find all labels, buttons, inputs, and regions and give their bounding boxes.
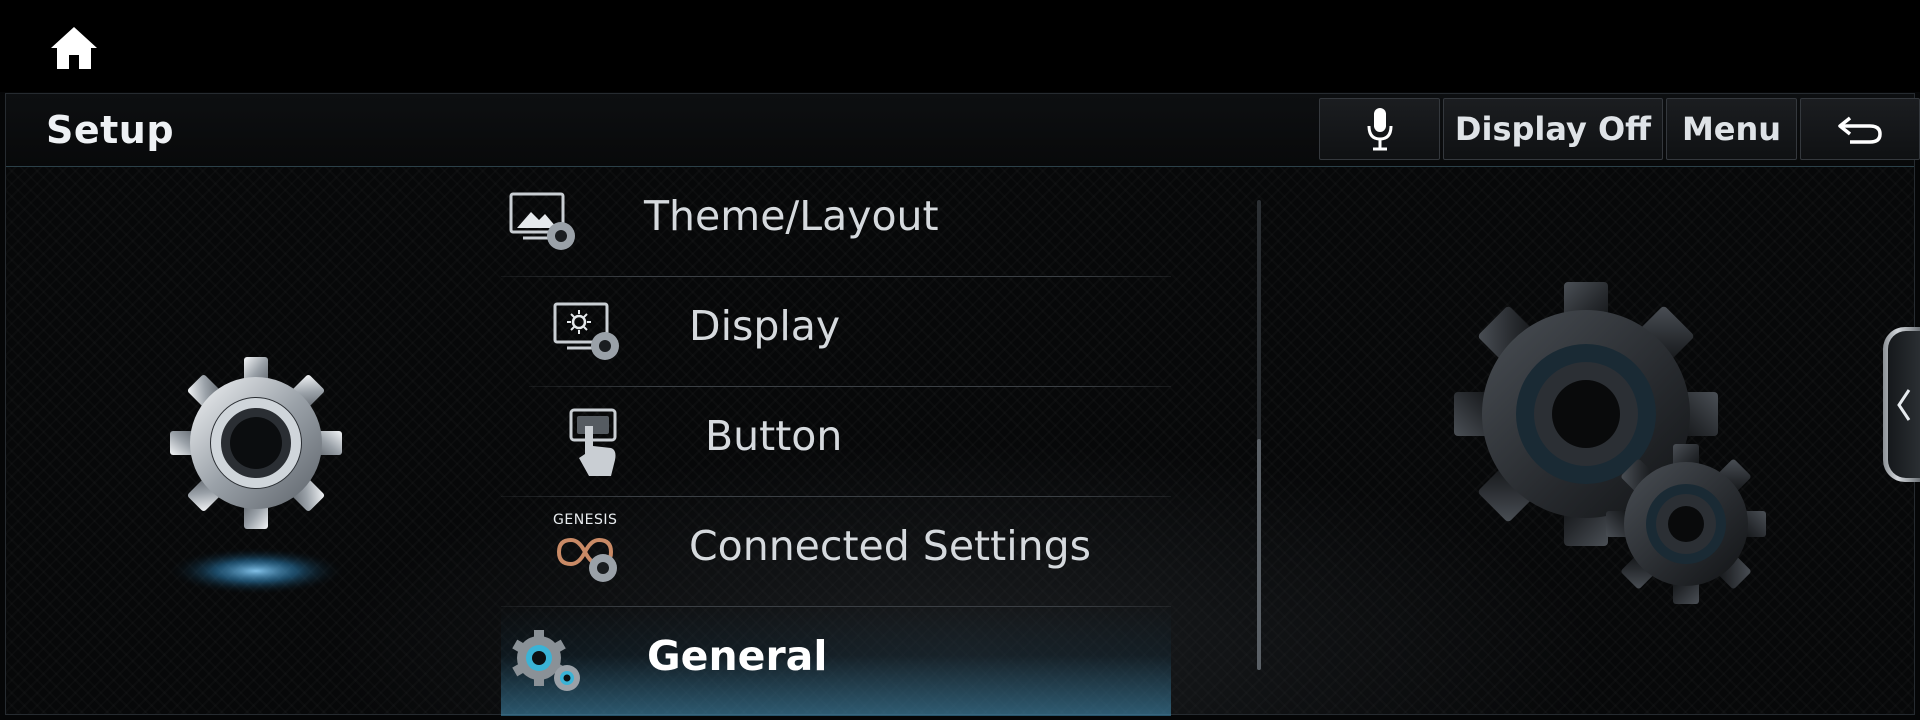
- large-gears-decoration: [1446, 274, 1776, 624]
- infinity-gear-icon: [556, 537, 617, 582]
- side-tab-face: [1888, 331, 1920, 478]
- setup-gear-icon: [166, 357, 346, 595]
- top-bar: [0, 0, 1920, 92]
- voice-button[interactable]: [1319, 98, 1440, 160]
- list-item-general[interactable]: General: [501, 606, 1171, 716]
- back-button[interactable]: [1800, 98, 1920, 160]
- genesis-logo-text: GENESIS: [553, 512, 618, 528]
- home-button[interactable]: [44, 20, 104, 76]
- home-icon: [51, 27, 97, 69]
- list-item-label: Connected Settings: [689, 522, 1091, 570]
- theme-layout-icon: [509, 192, 575, 250]
- setup-panel: Setup Display Off Menu Theme/Layout Disp…: [5, 93, 1920, 716]
- back-arrow-icon: [1838, 116, 1882, 144]
- list-item-label: Button: [705, 412, 843, 460]
- button-press-icon: [569, 408, 617, 476]
- list-item-button[interactable]: Button: [501, 386, 1171, 496]
- list-item-connected-settings[interactable]: GENESIS Connected Settings: [501, 496, 1171, 606]
- list-item-display[interactable]: Display: [501, 276, 1171, 386]
- list-item-label: Theme/Layout: [644, 192, 939, 240]
- setup-gear-decoration: [156, 349, 356, 609]
- page-title: Setup: [46, 108, 175, 152]
- display-settings-icon: [553, 302, 619, 360]
- menu-button[interactable]: Menu: [1666, 98, 1797, 160]
- display-off-button[interactable]: Display Off: [1443, 98, 1663, 160]
- scrollbar-thumb[interactable]: [1257, 439, 1261, 670]
- list-item-label: Display: [689, 302, 841, 350]
- general-gears-icon: [512, 630, 580, 691]
- microphone-icon: [1367, 108, 1392, 151]
- large-gears-icon: [1454, 282, 1766, 604]
- list-item-theme-layout[interactable]: Theme/Layout: [501, 166, 1171, 276]
- header-bar: Setup Display Off Menu: [6, 94, 1920, 167]
- settings-list: Theme/Layout Display Button GENESIS Conn…: [501, 166, 1171, 716]
- chevron-left-icon: [1897, 388, 1911, 421]
- list-item-label: General: [647, 632, 828, 680]
- genesis-connected-icon: GENESIS: [553, 512, 633, 592]
- side-panel-tab[interactable]: [1883, 327, 1920, 482]
